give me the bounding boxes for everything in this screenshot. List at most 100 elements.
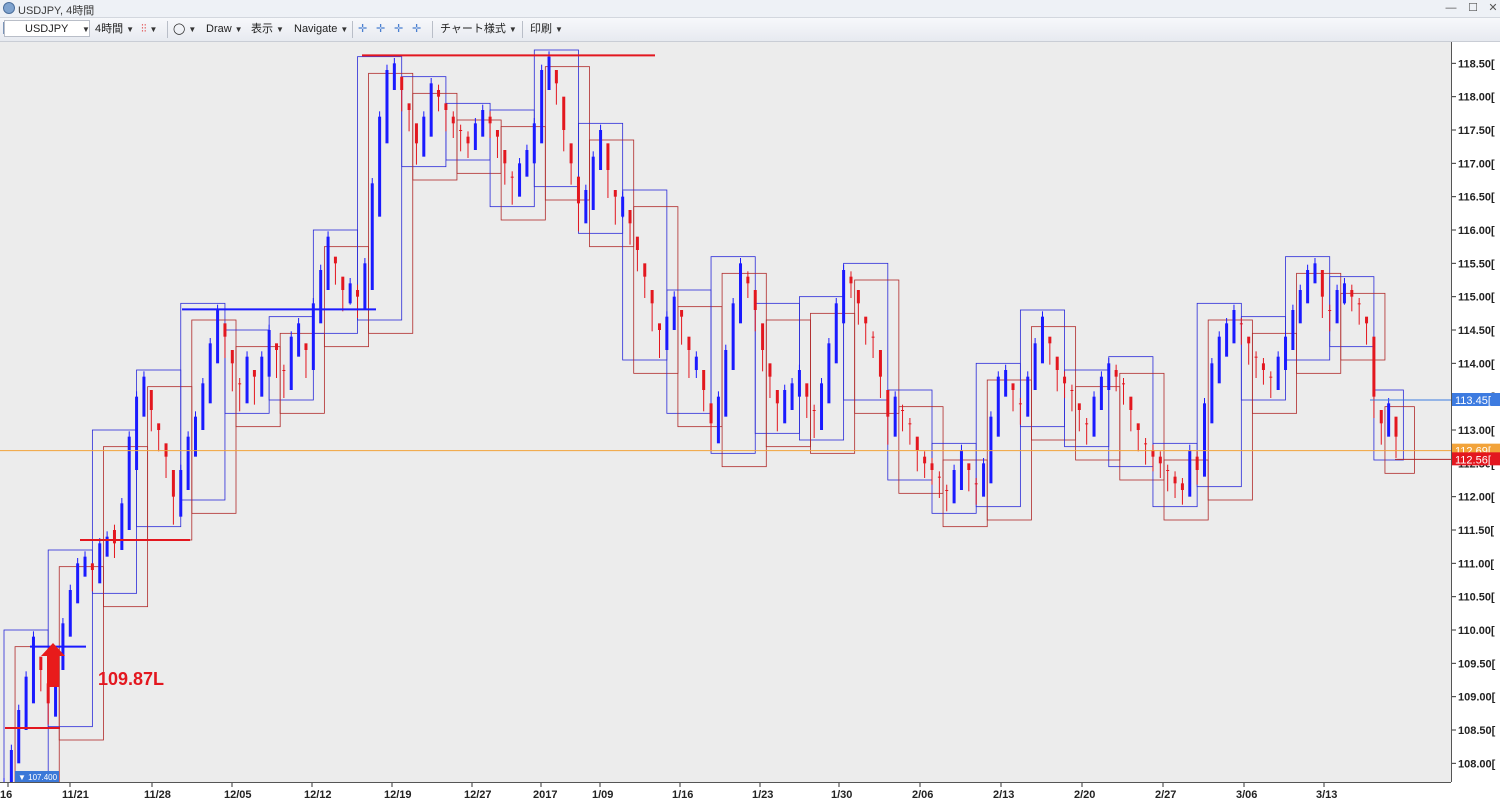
view-menu[interactable]: 表示 ▼ [251,21,284,38]
candle [1070,390,1074,391]
candle [731,303,735,370]
navigate-menu[interactable]: Navigate ▼ [294,21,348,38]
candle [599,130,603,170]
candle [39,656,43,670]
candle [783,390,787,424]
candle [370,183,374,290]
range-box-low [147,386,193,541]
candle [1269,376,1273,378]
range-box-low [1340,292,1386,361]
candle [495,130,499,137]
candle [473,123,477,150]
annotation-label: 109.87L [98,669,164,689]
candle [996,376,1000,437]
candle [1018,403,1022,405]
candle [1291,310,1295,350]
candle [1247,336,1251,344]
zoom-in-icon[interactable]: ✛ [376,21,385,38]
x-tick-label: 12/05 [224,789,252,800]
candle [937,476,941,478]
x-tick-label: 3/13 [1316,789,1337,800]
candle [1350,290,1354,297]
candle [1048,336,1052,344]
candle [702,370,706,390]
candle [17,710,21,764]
range-box-low [1251,332,1297,414]
candle [216,310,220,364]
candle [282,370,286,371]
circle-tool-icon[interactable]: ◯ ▼ [173,21,196,38]
x-tick-label: 2/13 [993,789,1014,800]
range-box-low [500,126,546,221]
minimize-icon[interactable]: — [1440,1,1462,15]
candlestick-icon[interactable]: ⫶⫶ ▼ [141,21,157,38]
chevron-down-icon: ▼ [276,25,284,34]
y-tick-label: 118.00[ [1458,92,1495,104]
candle [400,76,404,90]
candle [945,490,949,491]
y-tick-label: 115.50[ [1458,258,1495,270]
candle [1372,336,1376,397]
candle [761,323,765,350]
candle [208,343,212,404]
draw-menu[interactable]: Draw ▼ [206,21,243,38]
timeframe-label: 4時間 [95,23,124,35]
zoom-out-icon[interactable]: ✛ [394,21,403,38]
candle [908,423,912,425]
candle [805,383,809,397]
chevron-down-icon: ▼ [555,25,563,34]
crosshair-icon[interactable]: ✛ [358,21,367,38]
candle [1077,403,1081,410]
candle [525,150,529,177]
candle [363,263,367,310]
candle [724,350,728,417]
time-axis-labels: 16 11/21 11/28 12/05 12/12 12/19 12/27 2017 1/09… [0,783,1337,800]
time-axis[interactable]: 16 11/21 11/28 12/05 12/12 12/19 12/27 2017 1/09… [0,782,1451,800]
chart-plot-area[interactable]: 109.87L ▼ 107.400 [0,42,1451,782]
timeframe-select[interactable]: 4時間 ▼ [95,21,134,38]
toolbar-divider [352,21,353,38]
range-box-low [810,312,856,454]
navigate-label: Navigate [294,23,338,35]
print-menu[interactable]: 印刷 ▼ [530,21,563,38]
candle [1254,356,1258,358]
price-chart[interactable]: 109.87L ▼ 107.400 [0,42,1451,782]
candle [135,396,139,470]
candle [422,116,426,157]
candle [252,370,256,377]
view-label: 表示 [251,23,273,35]
candle [1320,270,1324,297]
maximize-icon[interactable]: ☐ [1462,1,1484,15]
x-tick-label: 12/12 [304,789,332,800]
candle [576,176,580,204]
chart-style-menu[interactable]: チャート様式 ▼ [440,21,517,38]
candle [1217,336,1221,384]
x-tick-label: 12/19 [384,789,412,800]
candle [297,323,301,357]
candle [142,376,146,417]
candle [510,176,514,178]
chevron-down-icon: ▼ [126,25,135,34]
candle [1306,270,1310,304]
candle [532,123,536,164]
symbol-select[interactable]: USDJPY ▼ [4,20,90,37]
price-axis[interactable]: 108.00[108.50[109.00[109.50[110.00[110.5… [1451,42,1500,782]
candle [1055,356,1059,370]
candle [1203,403,1207,477]
candle [392,63,396,90]
range-box-low [765,319,811,448]
candle [451,116,455,124]
candle [1114,370,1118,377]
x-tick-label: 1/09 [592,789,613,800]
close-icon[interactable]: ✕ [1482,1,1500,15]
autoscroll-icon[interactable]: ✛ [412,21,421,38]
candle [230,350,234,364]
candle [1232,310,1236,344]
candle [665,316,669,350]
candle [1144,443,1148,445]
candle [775,390,779,404]
candle [893,396,897,437]
range-box-low [456,119,502,174]
candle [503,150,507,164]
candle [275,343,279,350]
